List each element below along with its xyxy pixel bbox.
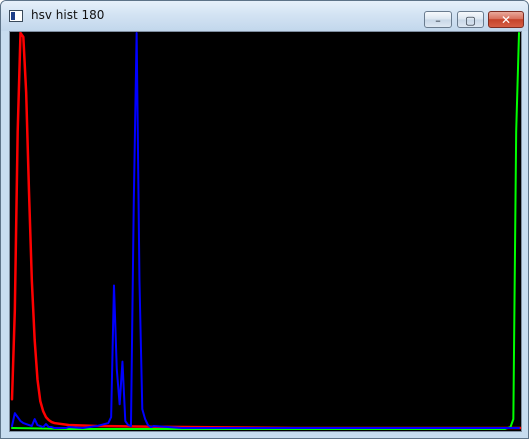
- window-icon: [9, 10, 23, 22]
- title-bar[interactable]: hsv hist 180 – ▢ ✕: [1, 1, 528, 31]
- histogram-canvas: [9, 31, 522, 432]
- series-line-0: [10, 32, 521, 430]
- maximize-button[interactable]: ▢: [457, 11, 484, 28]
- minimize-button[interactable]: –: [424, 11, 452, 28]
- histogram-window: hsv hist 180 – ▢ ✕: [0, 0, 529, 439]
- hsv-histogram-chart: [10, 32, 521, 430]
- window-title: hsv hist 180: [31, 8, 105, 22]
- series-line-2: [11, 32, 520, 430]
- close-button[interactable]: ✕: [488, 11, 524, 28]
- series-line-1: [11, 32, 520, 430]
